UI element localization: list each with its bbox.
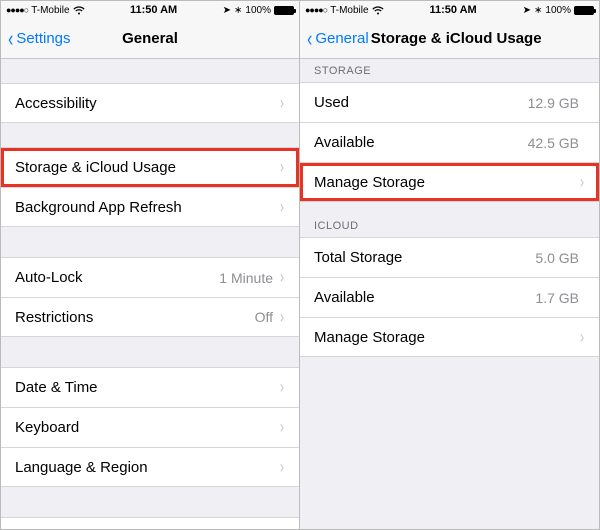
chevron-right-icon: › [280, 527, 284, 529]
chevron-right-icon: › [280, 267, 284, 288]
chevron-right-icon: › [280, 93, 284, 114]
row-storage-icloud-usage[interactable]: Storage & iCloud Usage › [1, 147, 299, 187]
chevron-right-icon: › [580, 172, 584, 193]
status-bar: ●●●●○ T-Mobile 11:50 AM ➤ ∗ 100% [300, 1, 599, 19]
bluetooth-icon: ∗ [234, 5, 242, 16]
wifi-icon [372, 6, 384, 15]
signal-dots: ●●●●○ [305, 5, 327, 15]
status-time: 11:50 AM [130, 4, 177, 16]
bluetooth-icon: ∗ [534, 5, 542, 16]
row-value: 42.5 GB [528, 135, 579, 151]
battery-icon [274, 6, 294, 15]
row-value: 12.9 GB [528, 95, 579, 111]
battery-pct: 100% [245, 5, 271, 16]
row-auto-lock[interactable]: Auto-Lock 1 Minute › [1, 257, 299, 297]
chevron-right-icon: › [280, 417, 284, 438]
back-button[interactable]: ‹ Settings [7, 28, 71, 50]
screenshot-container: ●●●●○ T-Mobile 11:50 AM ➤ ∗ 100% ‹ Setti… [0, 0, 600, 530]
location-icon: ➤ [523, 5, 531, 16]
row-label: Manage Storage [314, 174, 579, 191]
row-label: Storage & iCloud Usage [15, 159, 279, 176]
row-background-app-refresh[interactable]: Background App Refresh › [1, 187, 299, 227]
location-icon: ➤ [223, 5, 231, 16]
row-icloud-available: Available 1.7 GB [300, 277, 599, 317]
chevron-left-icon: ‹ [8, 28, 13, 50]
status-time: 11:50 AM [429, 4, 476, 16]
phone-left: ●●●●○ T-Mobile 11:50 AM ➤ ∗ 100% ‹ Setti… [1, 1, 300, 529]
section-header-storage: STORAGE [300, 59, 599, 82]
chevron-right-icon: › [280, 377, 284, 398]
row-label: Auto-Lock [15, 269, 219, 286]
row-value: 1 Minute [219, 270, 273, 286]
chevron-right-icon: › [280, 197, 284, 218]
row-available: Available 42.5 GB [300, 122, 599, 162]
row-label: Keyboard [15, 419, 279, 436]
row-label: Language & Region [15, 459, 279, 476]
row-restrictions[interactable]: Restrictions Off › [1, 297, 299, 337]
back-label: General [315, 30, 368, 47]
chevron-right-icon: › [280, 157, 284, 178]
chevron-left-icon: ‹ [307, 28, 312, 50]
row-language-region[interactable]: Language & Region › [1, 447, 299, 487]
nav-bar: ‹ Settings General [1, 19, 299, 59]
row-itunes-wifi-sync[interactable]: iTunes Wi-Fi Sync › [1, 517, 299, 529]
row-used: Used 12.9 GB [300, 82, 599, 122]
status-bar: ●●●●○ T-Mobile 11:50 AM ➤ ∗ 100% [1, 1, 299, 19]
row-label: Total Storage [314, 249, 535, 266]
row-date-time[interactable]: Date & Time › [1, 367, 299, 407]
row-manage-storage[interactable]: Manage Storage › [300, 162, 599, 202]
row-label: Accessibility [15, 95, 279, 112]
row-label: Restrictions [15, 309, 255, 326]
wifi-icon [73, 6, 85, 15]
carrier-label: T-Mobile [330, 5, 368, 16]
row-label: Manage Storage [314, 329, 579, 346]
phone-right: ●●●●○ T-Mobile 11:50 AM ➤ ∗ 100% ‹ Gener… [300, 1, 599, 529]
row-icloud-manage-storage[interactable]: Manage Storage › [300, 317, 599, 357]
battery-icon [574, 6, 594, 15]
nav-title: Storage & iCloud Usage [371, 30, 542, 47]
row-label: Date & Time [15, 379, 279, 396]
row-value: 1.7 GB [535, 290, 579, 306]
carrier-label: T-Mobile [31, 5, 69, 16]
section-header-icloud: ICLOUD [300, 202, 599, 237]
row-label: Available [314, 289, 535, 306]
settings-list[interactable]: Accessibility › Storage & iCloud Usage ›… [1, 59, 299, 529]
row-label: Available [314, 134, 528, 151]
row-total-storage: Total Storage 5.0 GB [300, 237, 599, 277]
battery-pct: 100% [545, 5, 571, 16]
nav-bar: ‹ General Storage & iCloud Usage [300, 19, 599, 59]
chevron-right-icon: › [280, 307, 284, 328]
signal-dots: ●●●●○ [6, 5, 28, 15]
back-label: Settings [16, 30, 70, 47]
row-label: Background App Refresh [15, 199, 279, 216]
row-value: Off [255, 309, 273, 325]
storage-list[interactable]: STORAGE Used 12.9 GB Available 42.5 GB M… [300, 59, 599, 529]
row-accessibility[interactable]: Accessibility › [1, 83, 299, 123]
chevron-right-icon: › [580, 327, 584, 348]
row-label: Used [314, 94, 528, 111]
chevron-right-icon: › [280, 457, 284, 478]
row-keyboard[interactable]: Keyboard › [1, 407, 299, 447]
back-button[interactable]: ‹ General [306, 28, 369, 50]
row-value: 5.0 GB [535, 250, 579, 266]
